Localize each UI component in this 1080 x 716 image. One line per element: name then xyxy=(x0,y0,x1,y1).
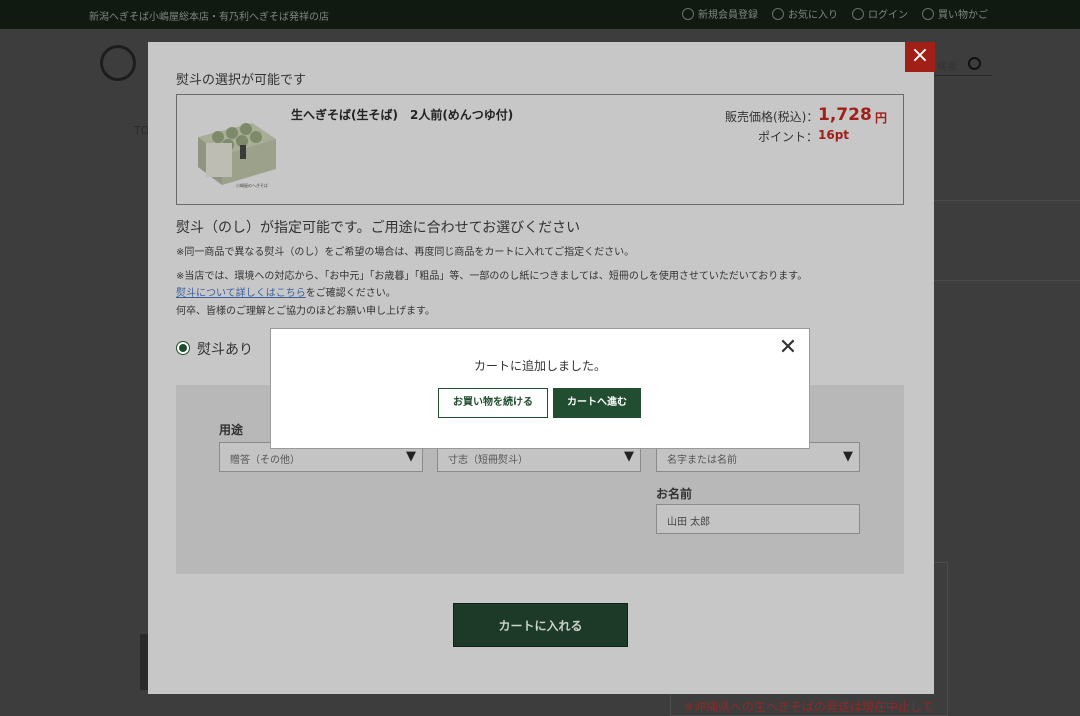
chevron-down-icon: ▼ xyxy=(406,449,416,464)
search-placeholder: 検索 xyxy=(937,62,957,73)
search-icon[interactable] xyxy=(968,57,981,70)
price-label: 販売価格(税込)： xyxy=(725,110,819,124)
heart-icon xyxy=(772,7,784,20)
point-label: ポイント： xyxy=(758,130,819,144)
chevron-down-icon: ▼ xyxy=(843,449,853,464)
bag-icon xyxy=(922,7,934,20)
user-icon xyxy=(852,7,864,20)
product-price: 1,728 xyxy=(818,105,872,125)
add-to-cart-button[interactable]: カートに入れる xyxy=(453,603,628,647)
continue-shopping-button[interactable]: お買い物を続ける xyxy=(438,388,548,418)
note-details: 熨斗について詳しくはこちらをご確認ください。 xyxy=(176,284,396,299)
chevron-down-icon: ▼ xyxy=(624,449,634,464)
cart-link-label: 買い物かご xyxy=(938,10,988,21)
dialog-message: カートに追加しました。 xyxy=(473,359,606,373)
product-image: 小嶋屋のへぎそば xyxy=(192,115,278,191)
noshi-radio[interactable] xyxy=(176,341,190,355)
cart-link[interactable]: 買い物かご xyxy=(922,6,988,21)
dialog-close-icon[interactable]: ✕ xyxy=(778,335,798,360)
go-to-cart-button[interactable]: カートへ進む xyxy=(553,388,641,418)
header-links: 新規会員登録 お気に入り ログイン 買い物かご xyxy=(682,6,988,21)
favorites-link[interactable]: お気に入り xyxy=(772,6,838,21)
noshi-heading: 熨斗（のし）が指定可能です。ご用途に合わせてお選びください xyxy=(176,220,581,236)
product-image-caption: 小嶋屋のへぎそば xyxy=(236,183,268,188)
note-same-product: ※同一商品で異なる熨斗（のし）をご希望の場合は、再度同じ商品をカートに入れてご指… xyxy=(176,247,635,258)
register-link-label: 新規会員登録 xyxy=(698,10,758,21)
top-bar: 新潟へぎそば小嶋屋総本店・有乃利へぎそば発祥の店 新規会員登録 お気に入り ログ… xyxy=(0,0,1080,29)
shop-name[interactable]: 新潟へぎそば小嶋屋総本店・有乃利へぎそば発祥の店 xyxy=(89,8,329,23)
note-thanks: 何卒、皆様のご理解とご協力のほどお願い申し上げます。 xyxy=(176,306,435,317)
noshi-type-select-value: 寸志（短冊熨斗） xyxy=(448,455,528,466)
login-link-label: ログイン xyxy=(868,10,908,21)
note-environment: ※当店では、環境への対応から、「お中元」「お歳暮」「粗品」等、一部ののし紙につき… xyxy=(176,271,808,282)
divider xyxy=(934,200,1080,201)
divider xyxy=(934,280,1080,281)
name-type-select-value: 名字または名前 xyxy=(667,455,737,466)
product-point: 16pt xyxy=(818,128,850,142)
noshi-radio-label[interactable]: 熨斗あり xyxy=(197,339,253,359)
modal-title: 熨斗の選択が可能です xyxy=(176,73,307,88)
shipping-notice: ※沖縄県への生へぎそばの発送は現在中止して xyxy=(684,700,934,714)
name-label: お名前 xyxy=(656,487,693,501)
currency-label: 円 xyxy=(875,111,888,125)
modal-close-button[interactable]: × xyxy=(905,42,935,72)
favorites-link-label: お気に入り xyxy=(788,10,838,21)
note-details-rest: をご確認ください。 xyxy=(305,288,396,299)
register-link[interactable]: 新規会員登録 xyxy=(682,6,758,21)
purpose-select-value: 贈答（その他） xyxy=(230,455,300,466)
name-input[interactable]: 山田 太郎 xyxy=(656,504,860,534)
login-link[interactable]: ログイン xyxy=(852,6,908,21)
product-name: 生へぎそば(生そば) 2人前(めんつゆ付) xyxy=(291,108,514,122)
purpose-label: 用途 xyxy=(219,423,244,437)
site-logo[interactable] xyxy=(100,45,136,81)
noshi-details-link[interactable]: 熨斗について詳しくはこちら xyxy=(176,288,306,299)
user-plus-icon xyxy=(682,7,694,20)
